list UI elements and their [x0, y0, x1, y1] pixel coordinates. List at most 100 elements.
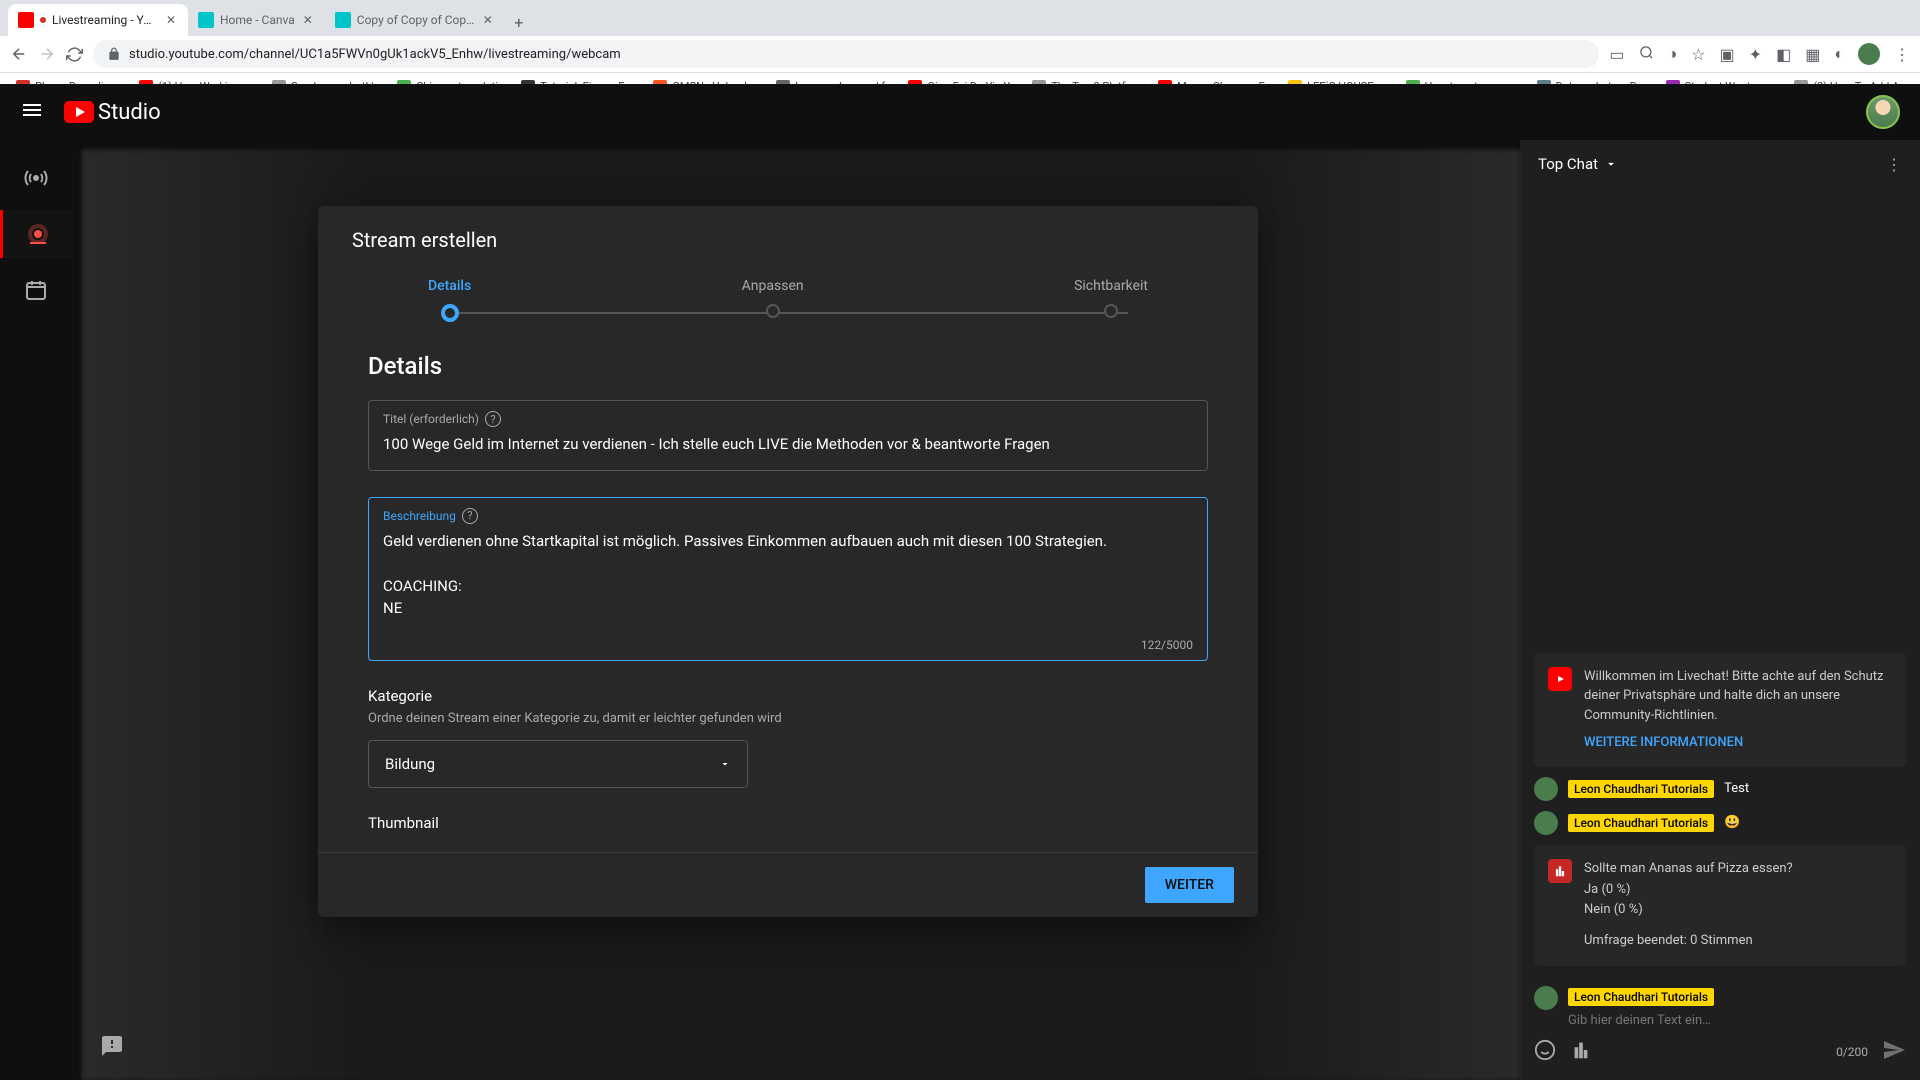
extension-icon[interactable]: ◧	[1776, 45, 1791, 64]
app-body: Stream erstellen Details Anpassen Sichtb…	[0, 140, 1920, 1080]
profile-avatar[interactable]	[1858, 43, 1880, 65]
description-textarea[interactable]: Geld verdienen ohne Startkapital ist mög…	[383, 530, 1193, 630]
step-customize[interactable]: Anpassen	[742, 278, 804, 322]
hamburger-menu-button[interactable]	[20, 98, 44, 126]
tab-title: Livestreaming - YouTube S	[52, 13, 158, 27]
close-icon[interactable]: ✕	[301, 13, 315, 27]
chat-author-badge[interactable]: Leon Chaudhari Tutorials	[1568, 780, 1714, 798]
feedback-icon	[100, 1034, 124, 1058]
extension-icon[interactable]: ▣	[1720, 45, 1735, 64]
chat-mode-selector[interactable]: Top Chat	[1538, 155, 1618, 173]
logo-text: Studio	[98, 100, 161, 125]
chat-char-count: 0/200	[1836, 1045, 1868, 1059]
youtube-favicon	[18, 12, 34, 28]
chat-author-badge: Leon Chaudhari Tutorials	[1568, 988, 1714, 1006]
browser-tab[interactable]: Copy of Copy of Copy of Cop ✕	[325, 4, 505, 36]
title-field[interactable]: Titel (erforderlich) ?	[368, 400, 1208, 471]
main-stream-area: Stream erstellen Details Anpassen Sichtb…	[82, 150, 1520, 1080]
tab-title: Home - Canva	[220, 13, 295, 27]
close-icon[interactable]: ✕	[164, 13, 178, 27]
smile-icon	[1534, 1039, 1556, 1061]
youtube-icon	[64, 101, 94, 123]
app-header: Studio	[0, 84, 1920, 140]
reload-button[interactable]	[66, 46, 83, 63]
chat-text: Test	[1724, 781, 1749, 796]
category-select[interactable]: Bildung	[368, 740, 748, 788]
chat-text-input[interactable]	[1568, 1013, 1906, 1028]
url-text: studio.youtube.com/channel/UC1a5FWVn0gUk…	[129, 47, 621, 62]
lock-icon	[107, 47, 121, 61]
menu-icon[interactable]: ⋮	[1894, 45, 1910, 64]
address-bar: studio.youtube.com/channel/UC1a5FWVn0gUk…	[0, 36, 1920, 72]
extension-icon[interactable]: ▦	[1805, 45, 1820, 64]
section-heading: Details	[368, 352, 1208, 380]
chat-user-avatar	[1534, 986, 1558, 1010]
chat-user-avatar	[1534, 777, 1558, 801]
step-dot-icon	[1104, 304, 1118, 318]
chat-message: Leon Chaudhari Tutorials Test	[1534, 777, 1906, 801]
poll-icon	[1570, 1039, 1592, 1061]
star-icon[interactable]: ☆	[1691, 45, 1705, 64]
canva-favicon	[198, 12, 214, 28]
chevron-down-icon	[1604, 157, 1618, 171]
poll-result: Umfrage beendet: 0 Stimmen	[1584, 931, 1793, 952]
poll-question: Sollte man Ananas auf Pizza essen?	[1584, 859, 1793, 880]
chat-poll: Sollte man Ananas auf Pizza essen? Ja (0…	[1534, 845, 1906, 966]
help-icon[interactable]: ?	[462, 508, 478, 524]
modal-footer: WEITER	[318, 852, 1258, 917]
more-info-link[interactable]: WEITERE INFORMATIONEN	[1584, 733, 1892, 753]
calendar-icon	[24, 278, 48, 302]
modal-content: Details Titel (erforderlich) ? Beschreib…	[318, 352, 1258, 852]
step-details[interactable]: Details	[428, 278, 471, 322]
tab-strip: Livestreaming - YouTube S ✕ Home - Canva…	[0, 0, 1920, 36]
feedback-button[interactable]	[100, 1034, 124, 1062]
puzzle-icon[interactable]: ✦	[1749, 45, 1762, 64]
step-visibility[interactable]: Sichtbarkeit	[1074, 278, 1148, 322]
chat-author-badge[interactable]: Leon Chaudhari Tutorials	[1568, 814, 1714, 832]
zoom-icon[interactable]	[1639, 45, 1654, 64]
send-button[interactable]	[1882, 1038, 1906, 1066]
browser-tab[interactable]: Livestreaming - YouTube S ✕	[8, 4, 188, 36]
chat-input-area: Leon Chaudhari Tutorials 0/200	[1520, 976, 1920, 1080]
chat-text: 😃	[1724, 815, 1740, 830]
poll-icon	[1548, 859, 1572, 883]
chat-message: Leon Chaudhari Tutorials 😃	[1534, 811, 1906, 835]
description-field[interactable]: Beschreibung ? Geld verdienen ohne Start…	[368, 497, 1208, 661]
create-stream-modal: Stream erstellen Details Anpassen Sichtb…	[318, 206, 1258, 917]
back-button[interactable]	[10, 45, 28, 63]
canva-favicon	[335, 12, 351, 28]
new-tab-button[interactable]: +	[505, 8, 533, 36]
chat-welcome-notice: Willkommen im Livechat! Bitte achte auf …	[1534, 653, 1906, 767]
category-description: Ordne deinen Stream einer Kategorie zu, …	[368, 711, 1208, 726]
extension-icon[interactable]: ◐	[1834, 44, 1844, 64]
next-button[interactable]: WEITER	[1145, 867, 1234, 903]
notice-text: Willkommen im Livechat! Bitte achte auf …	[1584, 667, 1892, 726]
close-icon[interactable]: ✕	[481, 13, 495, 27]
step-dot-icon	[441, 304, 459, 322]
youtube-icon	[1548, 667, 1572, 691]
field-label: Titel (erforderlich) ?	[383, 411, 1193, 427]
camera-icon	[26, 222, 50, 246]
chevron-down-icon	[719, 758, 731, 770]
tab-title: Copy of Copy of Copy of Cop	[357, 13, 475, 27]
emoji-button[interactable]	[1534, 1039, 1556, 1065]
url-input[interactable]: studio.youtube.com/channel/UC1a5FWVn0gUk…	[93, 40, 1599, 68]
stepper: Details Anpassen Sichtbarkeit	[318, 262, 1258, 352]
cast-icon[interactable]: ▭	[1609, 45, 1624, 64]
user-avatar[interactable]	[1866, 95, 1900, 129]
sidebar-stream-button[interactable]	[12, 154, 60, 202]
poll-option: Ja (0 %)	[1584, 880, 1793, 901]
shield-icon[interactable]: ◑	[1668, 44, 1678, 64]
chat-options-button[interactable]: ⋮	[1886, 155, 1902, 174]
poll-button[interactable]	[1570, 1039, 1592, 1065]
sidebar-webcam-button[interactable]	[0, 210, 72, 258]
send-icon	[1882, 1038, 1906, 1062]
select-value: Bildung	[385, 755, 435, 773]
recording-indicator-icon	[40, 17, 46, 23]
title-input[interactable]	[383, 433, 1193, 456]
forward-button[interactable]	[38, 45, 56, 63]
help-icon[interactable]: ?	[485, 411, 501, 427]
browser-tab[interactable]: Home - Canva ✕	[188, 4, 325, 36]
studio-logo[interactable]: Studio	[64, 100, 161, 125]
sidebar-manage-button[interactable]	[12, 266, 60, 314]
